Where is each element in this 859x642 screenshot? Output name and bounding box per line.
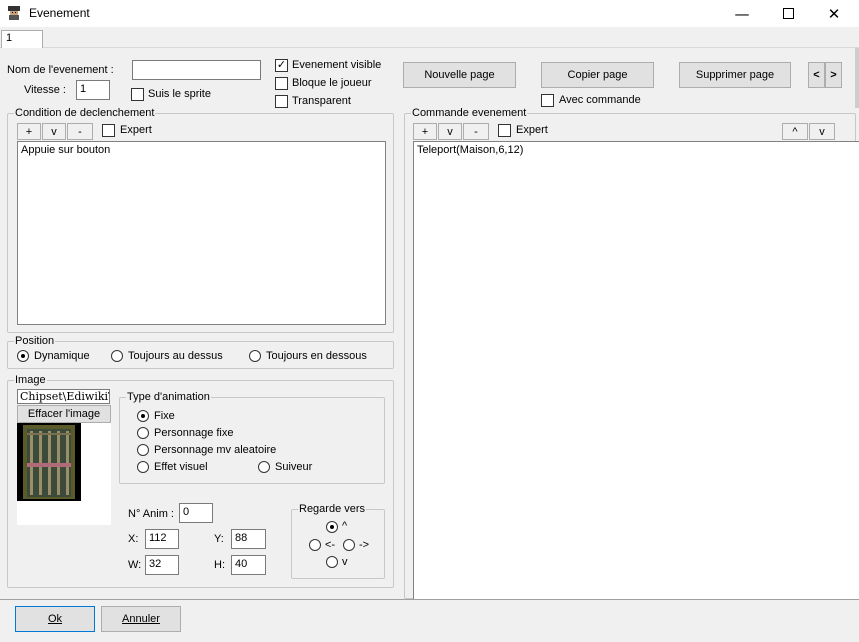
look-down-label: v bbox=[342, 556, 348, 568]
command-title: Commande evenement bbox=[411, 107, 528, 119]
position-dynamic-label: Dynamique bbox=[34, 350, 90, 362]
speed-label: Vitesse : bbox=[24, 84, 66, 96]
position-below-radio[interactable] bbox=[249, 350, 261, 362]
y-label: Y: bbox=[214, 533, 224, 545]
command-remove-button[interactable]: - bbox=[463, 123, 489, 140]
anim-type-title: Type d'animation bbox=[126, 391, 211, 403]
copy-page-button[interactable]: Copier page bbox=[541, 62, 654, 88]
look-up-radio[interactable] bbox=[326, 521, 338, 533]
speed-input[interactable]: 1 bbox=[76, 80, 110, 100]
maximize-icon bbox=[782, 8, 794, 19]
tab-strip bbox=[0, 27, 859, 48]
look-up-label: ^ bbox=[342, 520, 348, 532]
visible-label: Evenement visible bbox=[292, 59, 382, 71]
w-input[interactable]: 32 bbox=[145, 555, 179, 575]
command-list[interactable]: Teleport(Maison,6,12) bbox=[413, 141, 859, 599]
look-right-radio[interactable] bbox=[343, 539, 355, 551]
w-label: W: bbox=[128, 559, 142, 571]
block-player-checkbox[interactable] bbox=[275, 77, 288, 90]
x-label: X: bbox=[128, 533, 139, 545]
minimize-button[interactable]: — bbox=[719, 0, 765, 27]
footer-divider bbox=[0, 599, 859, 600]
block-player-label: Bloque le joueur bbox=[292, 77, 372, 89]
command-move-up-button[interactable]: ^ bbox=[782, 123, 808, 140]
anim-visual-effect-label: Effet visuel bbox=[154, 461, 208, 473]
event-name-input[interactable] bbox=[132, 60, 261, 80]
position-above-label: Toujours au dessus bbox=[128, 350, 223, 362]
n-anim-label: N° Anim : bbox=[128, 508, 174, 520]
n-anim-input[interactable]: 0 bbox=[179, 503, 213, 523]
image-path-field[interactable]: Chipset\EdiwikiTu bbox=[17, 389, 110, 404]
condition-list[interactable]: Appuie sur bouton bbox=[17, 141, 386, 325]
delete-page-button[interactable]: Supprimer page bbox=[679, 62, 791, 88]
image-title: Image bbox=[14, 374, 47, 386]
anim-visual-effect-radio[interactable] bbox=[137, 461, 149, 473]
anim-fixed-label: Fixe bbox=[154, 410, 175, 422]
maximize-button[interactable] bbox=[765, 0, 811, 27]
command-add-button[interactable]: + bbox=[413, 123, 437, 140]
prev-page-button[interactable]: < bbox=[808, 62, 825, 88]
door-sprite-icon bbox=[17, 423, 81, 501]
anim-character-random-radio[interactable] bbox=[137, 444, 149, 456]
look-left-label: <- bbox=[325, 539, 336, 551]
window-title: Evenement bbox=[29, 6, 90, 20]
close-button[interactable]: ✕ bbox=[811, 0, 857, 27]
condition-add-button[interactable]: + bbox=[17, 123, 41, 140]
cancel-button[interactable]: Annuler bbox=[101, 606, 181, 632]
look-down-radio[interactable] bbox=[326, 556, 338, 568]
list-item[interactable]: Teleport(Maison,6,12) bbox=[417, 144, 856, 156]
close-icon: ✕ bbox=[827, 4, 841, 23]
command-down-button[interactable]: v bbox=[438, 123, 462, 140]
anim-character-random-label: Personnage mv aleatoire bbox=[154, 444, 277, 456]
tab-page-1[interactable]: 1 bbox=[1, 30, 43, 48]
with-command-label: Avec commande bbox=[559, 94, 641, 106]
command-expert-label: Expert bbox=[516, 124, 548, 136]
condition-remove-button[interactable]: - bbox=[67, 123, 93, 140]
anim-character-fixed-radio[interactable] bbox=[137, 427, 149, 439]
condition-down-button[interactable]: v bbox=[42, 123, 66, 140]
anim-follower-label: Suiveur bbox=[275, 461, 313, 473]
anim-follower-radio[interactable] bbox=[258, 461, 270, 473]
with-command-checkbox[interactable] bbox=[541, 94, 554, 107]
look-right-label: -> bbox=[359, 539, 370, 551]
app-icon bbox=[8, 6, 20, 20]
look-direction-title: Regarde vers bbox=[298, 503, 367, 515]
follow-sprite-checkbox[interactable] bbox=[131, 88, 144, 101]
new-page-button[interactable]: Nouvelle page bbox=[403, 62, 516, 88]
ok-button[interactable]: Ok bbox=[15, 606, 95, 632]
h-label: H: bbox=[214, 559, 225, 571]
transparent-checkbox[interactable] bbox=[275, 95, 288, 108]
position-below-label: Toujours en dessous bbox=[266, 350, 367, 362]
follow-sprite-label: Suis le sprite bbox=[148, 88, 211, 100]
look-left-radio[interactable] bbox=[309, 539, 321, 551]
title-bar: Evenement — ✕ bbox=[0, 0, 859, 27]
visible-checkbox[interactable]: ✓ bbox=[275, 59, 288, 72]
position-title: Position bbox=[14, 335, 56, 347]
sprite-preview bbox=[17, 423, 111, 525]
anim-fixed-radio[interactable] bbox=[137, 410, 149, 422]
condition-expert-label: Expert bbox=[120, 124, 152, 136]
anim-character-fixed-label: Personnage fixe bbox=[154, 427, 234, 439]
position-above-radio[interactable] bbox=[111, 350, 123, 362]
event-name-label: Nom de l'evenement : bbox=[7, 64, 114, 76]
y-input[interactable]: 88 bbox=[231, 529, 266, 549]
transparent-label: Transparent bbox=[292, 95, 351, 107]
list-item[interactable]: Appuie sur bouton bbox=[21, 144, 382, 156]
condition-title: Condition de declenchement bbox=[14, 107, 156, 119]
window-scrollbar[interactable] bbox=[855, 48, 859, 108]
h-input[interactable]: 40 bbox=[231, 555, 266, 575]
condition-expert-checkbox[interactable] bbox=[102, 124, 115, 137]
minimize-icon: — bbox=[734, 4, 750, 23]
clear-image-button[interactable]: Effacer l'image bbox=[17, 405, 111, 423]
position-dynamic-radio[interactable] bbox=[17, 350, 29, 362]
command-move-down-button[interactable]: v bbox=[809, 123, 835, 140]
tab-label: 1 bbox=[6, 32, 13, 44]
look-direction-group bbox=[291, 509, 385, 579]
next-page-button[interactable]: > bbox=[825, 62, 842, 88]
x-input[interactable]: 112 bbox=[145, 529, 179, 549]
command-expert-checkbox[interactable] bbox=[498, 124, 511, 137]
